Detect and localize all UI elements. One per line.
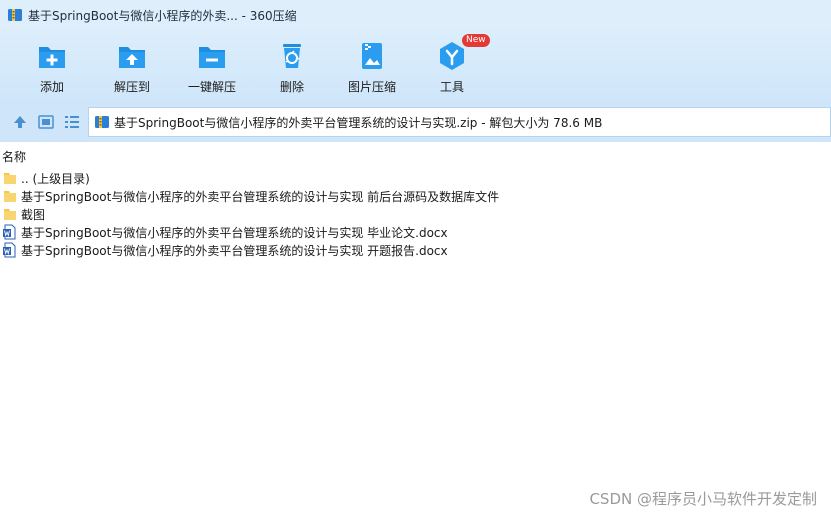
list-item[interactable]: .. (上级目录) (3, 169, 90, 187)
one-click-extract-label: 一键解压 (187, 80, 236, 94)
file-list: 名称 .. (上级目录) 基于SpringBoot与微信小程序的外卖平台管理系统… (0, 144, 831, 504)
address-bar[interactable]: 基于SpringBoot与微信小程序的外卖平台管理系统的设计与实现.zip - … (88, 107, 831, 137)
word-document-icon (3, 224, 16, 240)
app-window: 基于SpringBoot与微信小程序的外卖... - 360压缩 添加 解压到 (0, 0, 831, 517)
file-name: 基于SpringBoot与微信小程序的外卖平台管理系统的设计与实现 前后台源码及… (21, 189, 500, 204)
image-compress-label: 图片压缩 (347, 80, 396, 94)
title-bar[interactable]: 基于SpringBoot与微信小程序的外卖... - 360压缩 (0, 0, 831, 30)
add-icon (39, 47, 65, 68)
image-compress-button[interactable]: 图片压缩 (332, 36, 412, 98)
folder-icon (4, 209, 16, 220)
add-button[interactable]: 添加 (12, 36, 92, 98)
up-arrow-icon[interactable] (11, 113, 29, 131)
list-item[interactable]: 截图 (3, 205, 45, 223)
list-item[interactable]: 基于SpringBoot与微信小程序的外卖平台管理系统的设计与实现 开题报告.d… (3, 241, 448, 259)
file-name: .. (上级目录) (21, 171, 90, 186)
folder-icon (4, 173, 16, 184)
zip-archive-icon (95, 116, 109, 128)
tools-label: 工具 (439, 80, 464, 94)
one-click-extract-button[interactable]: 一键解压 (172, 36, 252, 98)
new-badge: New (462, 34, 490, 47)
image-compress-icon (362, 43, 382, 69)
extract-to-label: 解压到 (113, 80, 150, 94)
delete-icon (283, 44, 301, 68)
folder-icon (4, 191, 16, 202)
address-row: 基于SpringBoot与微信小程序的外卖平台管理系统的设计与实现.zip - … (0, 102, 831, 142)
watermark: CSDN @程序员小马软件开发定制 (589, 490, 817, 508)
window-title: 基于SpringBoot与微信小程序的外卖... - 360压缩 (28, 8, 297, 23)
archive-path: 基于SpringBoot与微信小程序的外卖平台管理系统的设计与实现.zip - … (114, 115, 603, 130)
add-label: 添加 (39, 80, 64, 94)
delete-button[interactable]: 删除 (252, 36, 332, 98)
tools-button[interactable]: New 工具 (412, 34, 492, 98)
one-click-extract-icon (199, 47, 225, 68)
file-name: 基于SpringBoot与微信小程序的外卖平台管理系统的设计与实现 毕业论文.d… (21, 225, 448, 240)
column-header-name[interactable]: 名称 (2, 148, 26, 165)
zip-archive-icon (8, 9, 22, 21)
list-item[interactable]: 基于SpringBoot与微信小程序的外卖平台管理系统的设计与实现 毕业论文.d… (3, 223, 448, 241)
list-item[interactable]: 基于SpringBoot与微信小程序的外卖平台管理系统的设计与实现 前后台源码及… (3, 187, 499, 205)
thumbnail-view-icon[interactable] (37, 113, 55, 131)
file-name: 截图 (21, 207, 46, 222)
extract-to-icon (119, 47, 145, 68)
word-document-icon (3, 242, 16, 258)
extract-to-button[interactable]: 解压到 (92, 36, 172, 98)
delete-label: 删除 (279, 80, 304, 94)
file-name: 基于SpringBoot与微信小程序的外卖平台管理系统的设计与实现 开题报告.d… (21, 243, 448, 258)
list-view-icon[interactable] (63, 113, 81, 131)
toolbar: 添加 解压到 一键解压 删除 图片压缩 New 工具 (0, 30, 831, 102)
